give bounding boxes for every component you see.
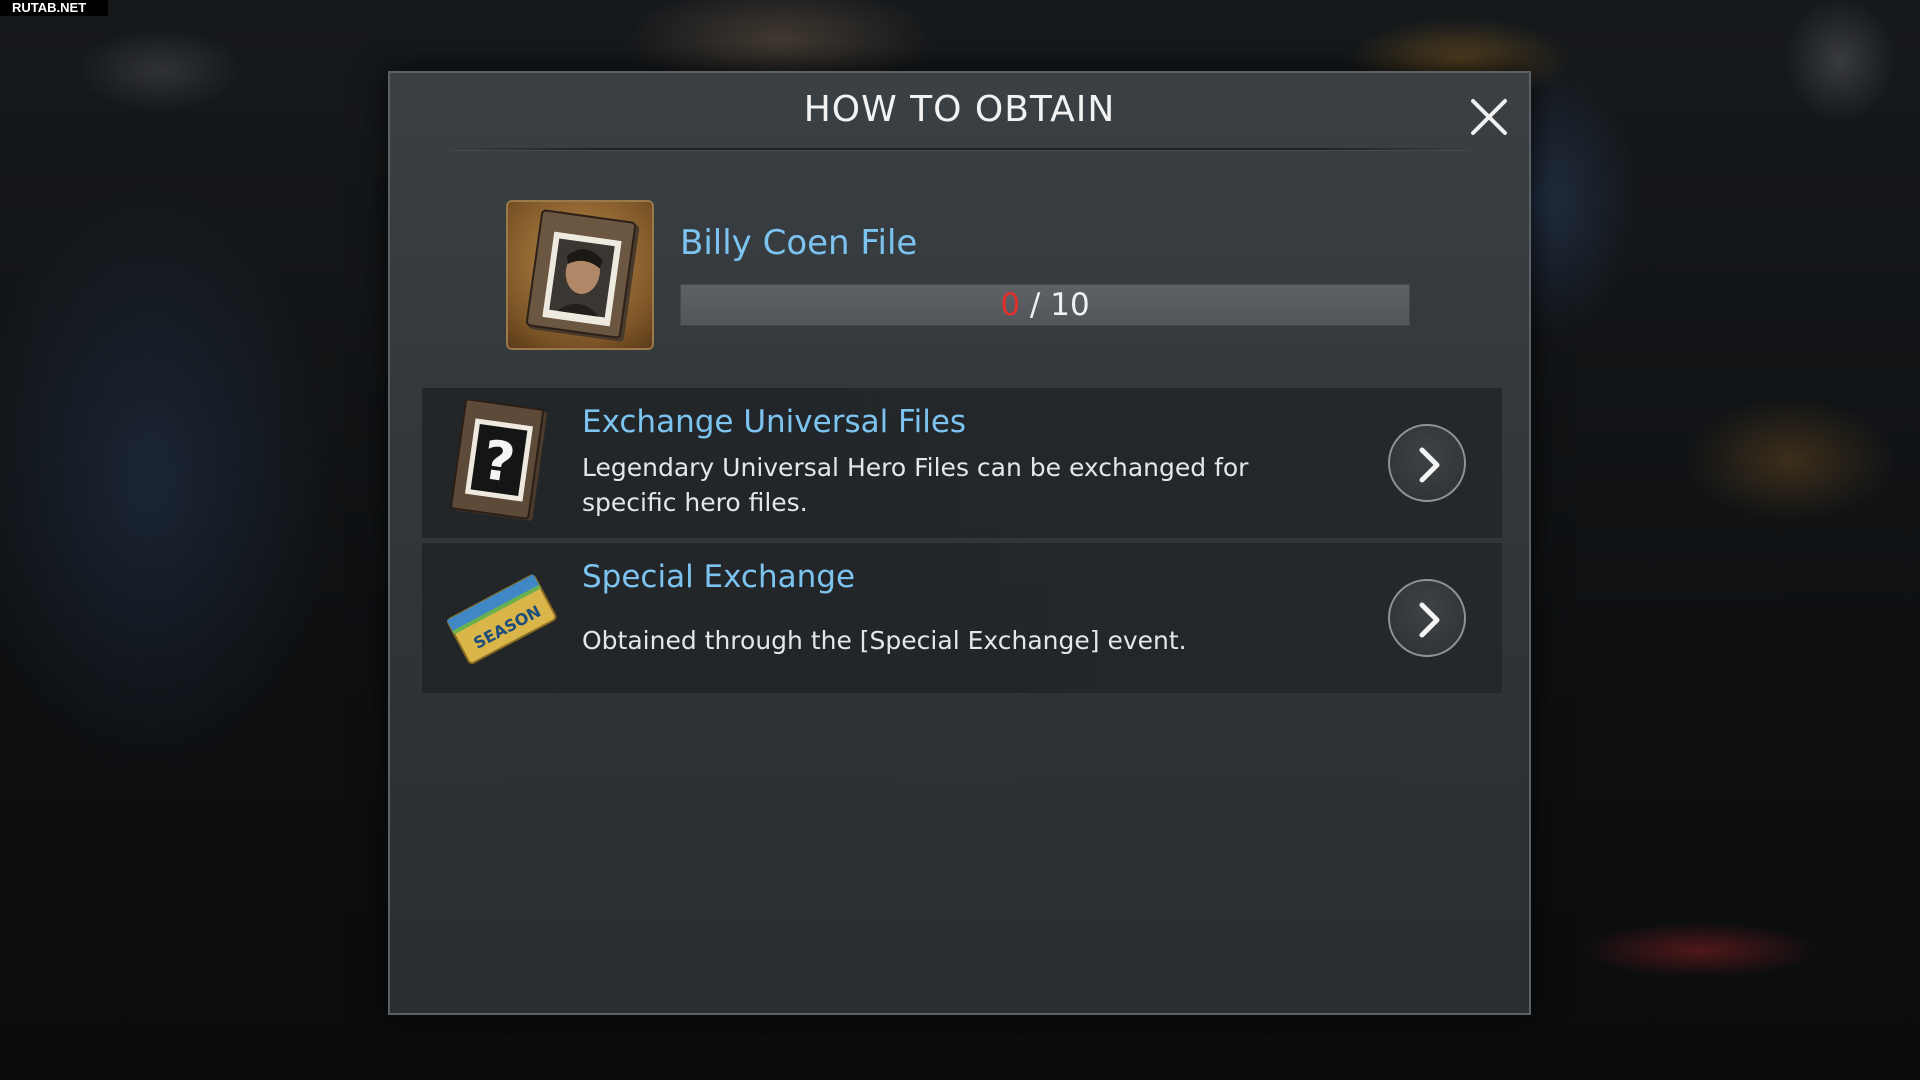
how-to-obtain-dialog: HOW TO OBTAIN Billy Coen File 0 / 10 ? E… [388, 71, 1531, 1015]
required-count: 10 [1050, 287, 1090, 323]
close-icon [1471, 99, 1507, 135]
owned-count: 0 [1000, 287, 1021, 323]
go-button[interactable] [1388, 579, 1466, 657]
close-button[interactable] [1467, 95, 1511, 139]
source-description: Legendary Universal Hero Files can be ex… [582, 453, 1249, 517]
universal-file-question-icon: ? [450, 398, 548, 521]
source-special-exchange[interactable]: SEASON Special Exchange Obtained through… [422, 543, 1502, 693]
item-progress-bar: 0 / 10 [680, 284, 1410, 326]
item-name: Billy Coen File [680, 223, 918, 263]
progress-separator: / [1020, 287, 1051, 323]
title-divider [450, 148, 1469, 150]
item-thumbnail [506, 200, 654, 350]
season-ticket-icon: SEASON [446, 574, 557, 664]
row-icon-frame: ? [440, 398, 560, 526]
source-exchange-universal-files[interactable]: ? Exchange Universal Files Legendary Uni… [422, 388, 1502, 538]
source-description: Obtained through the [Special Exchange] … [582, 626, 1187, 655]
go-button[interactable] [1388, 424, 1466, 502]
watermark: RUTAB.NET [0, 0, 108, 16]
row-icon-frame: SEASON [440, 555, 560, 681]
chevron-right-icon [1419, 447, 1440, 483]
dialog-title: HOW TO OBTAIN [803, 89, 1116, 130]
hero-file-portrait-icon [525, 209, 640, 342]
progress-text: 0 / 10 [681, 285, 1409, 325]
source-title: Exchange Universal Files [582, 404, 967, 440]
chevron-right-icon [1419, 602, 1440, 638]
source-title: Special Exchange [582, 559, 856, 595]
